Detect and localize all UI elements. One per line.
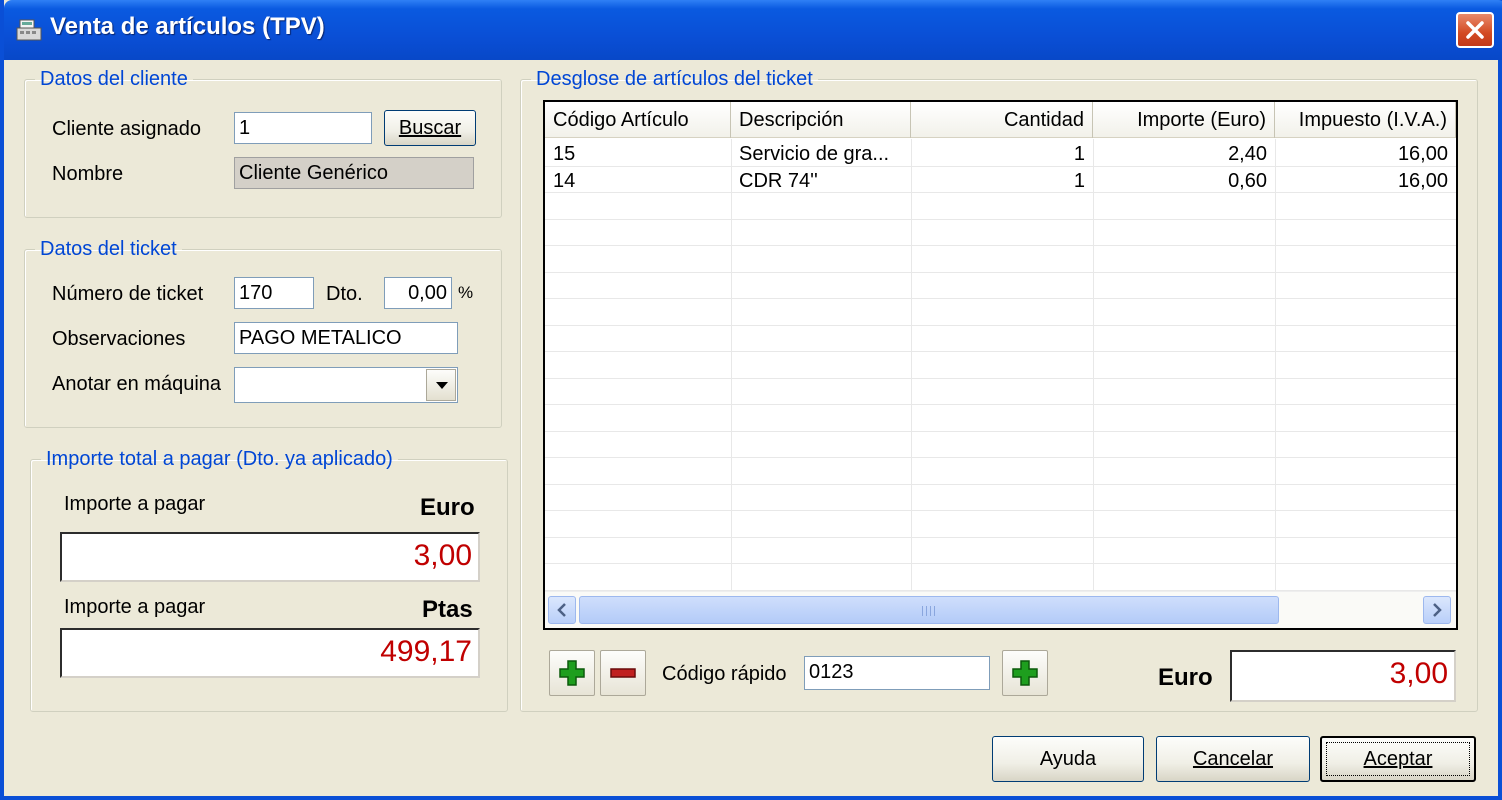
importe-ptas-label: Importe a pagar <box>64 596 206 618</box>
ayuda-button[interactable]: Ayuda <box>992 736 1144 782</box>
codigo-rapido-label: Código rápido <box>662 663 787 685</box>
maquina-select[interactable] <box>234 367 458 403</box>
close-button[interactable] <box>1456 12 1494 48</box>
aceptar-button[interactable]: Aceptar <box>1320 736 1476 782</box>
grid-header: Código Artículo Descripción Cantidad Imp… <box>545 102 1456 138</box>
desglose-legend: Desglose de artículos del ticket <box>536 68 813 90</box>
grid-body: 15 Servicio de gra... 1 2,40 16,00 14 CD… <box>545 139 1456 591</box>
table-row-1-importe[interactable]: 2,40 <box>1093 141 1275 167</box>
chevron-down-icon <box>436 382 448 389</box>
cancelar-button[interactable]: Cancelar <box>1156 736 1310 782</box>
importe-ptas-value: 499,17 <box>60 628 480 678</box>
dto-input[interactable]: 0,00 <box>384 277 452 309</box>
maquina-dropdown-button[interactable] <box>426 369 456 401</box>
add-codigo-rapido-button[interactable] <box>1002 650 1048 696</box>
buscar-label: Buscar <box>398 116 462 139</box>
dto-percent-label: % <box>458 283 474 302</box>
add-item-button[interactable] <box>549 650 595 696</box>
codigo-rapido-input[interactable]: 0123 <box>804 656 990 690</box>
importe-euro-currency: Euro <box>420 494 475 521</box>
maquina-label: Anotar en máquina <box>52 373 222 395</box>
plus-icon <box>559 660 585 686</box>
col-header-impuesto[interactable]: Impuesto (I.V.A.) <box>1275 102 1456 138</box>
table-row-2-cantidad[interactable]: 1 <box>911 168 1093 194</box>
total-euro-currency: Euro <box>1158 664 1213 691</box>
importe-euro-label: Importe a pagar <box>64 493 206 515</box>
scroll-thumb[interactable] <box>579 596 1279 624</box>
ayuda-label: Ayuda <box>1039 747 1097 770</box>
numero-ticket-label: Número de ticket <box>52 283 204 305</box>
remove-item-button[interactable] <box>600 650 646 696</box>
observaciones-label: Observaciones <box>52 328 186 350</box>
table-row-2-impuesto[interactable]: 16,00 <box>1275 168 1456 194</box>
table-row-1-codigo[interactable]: 15 <box>545 141 731 167</box>
importe-legend: Importe total a pagar (Dto. ya aplicado) <box>46 448 393 470</box>
cliente-legend: Datos del cliente <box>40 68 188 90</box>
table-row-1-cantidad[interactable]: 1 <box>911 141 1093 167</box>
buscar-button[interactable]: Buscar <box>384 110 476 146</box>
scroll-right-button[interactable] <box>1423 596 1451 624</box>
tpv-window: Venta de artículos (TPV) Datos del clien… <box>0 0 1502 800</box>
importe-euro-value: 3,00 <box>60 532 480 582</box>
title-bar[interactable]: Venta de artículos (TPV) <box>4 0 1502 60</box>
cancelar-label: Cancelar <box>1192 747 1274 770</box>
total-euro-value: 3,00 <box>1230 650 1456 702</box>
table-row-2-importe[interactable]: 0,60 <box>1093 168 1275 194</box>
table-row-1-impuesto[interactable]: 16,00 <box>1275 141 1456 167</box>
col-header-codigo[interactable]: Código Artículo <box>545 102 731 138</box>
cash-register-icon <box>16 19 42 41</box>
observaciones-input[interactable]: PAGO METALICO <box>234 322 458 354</box>
col-header-descripcion[interactable]: Descripción <box>731 102 911 138</box>
minus-icon <box>610 668 636 678</box>
scroll-left-button[interactable] <box>548 596 576 624</box>
col-header-cantidad[interactable]: Cantidad <box>911 102 1093 138</box>
aceptar-label: Aceptar <box>1363 747 1433 770</box>
chevron-right-icon <box>1433 603 1442 617</box>
window-title: Venta de artículos (TPV) <box>50 13 325 40</box>
importe-ptas-currency: Ptas <box>422 596 473 623</box>
col-header-importe[interactable]: Importe (Euro) <box>1093 102 1275 138</box>
ticket-legend: Datos del ticket <box>40 238 177 260</box>
horizontal-scrollbar[interactable] <box>545 591 1456 628</box>
chevron-left-icon <box>557 603 566 617</box>
plus-icon <box>1012 660 1038 686</box>
cliente-asignado-label: Cliente asignado <box>52 118 201 140</box>
articulos-grid[interactable]: Código Artículo Descripción Cantidad Imp… <box>543 100 1458 630</box>
close-icon <box>1466 21 1484 39</box>
table-row-2-codigo[interactable]: 14 <box>545 168 731 194</box>
numero-ticket-input[interactable]: 170 <box>234 277 314 309</box>
table-row-1-descripcion[interactable]: Servicio de gra... <box>731 141 911 167</box>
dto-label: Dto. <box>326 283 363 305</box>
table-row-2-descripcion[interactable]: CDR 74'' <box>731 168 911 194</box>
cliente-asignado-input[interactable]: 1 <box>234 112 372 144</box>
nombre-field: Cliente Genérico <box>234 157 474 189</box>
nombre-label: Nombre <box>52 163 124 185</box>
